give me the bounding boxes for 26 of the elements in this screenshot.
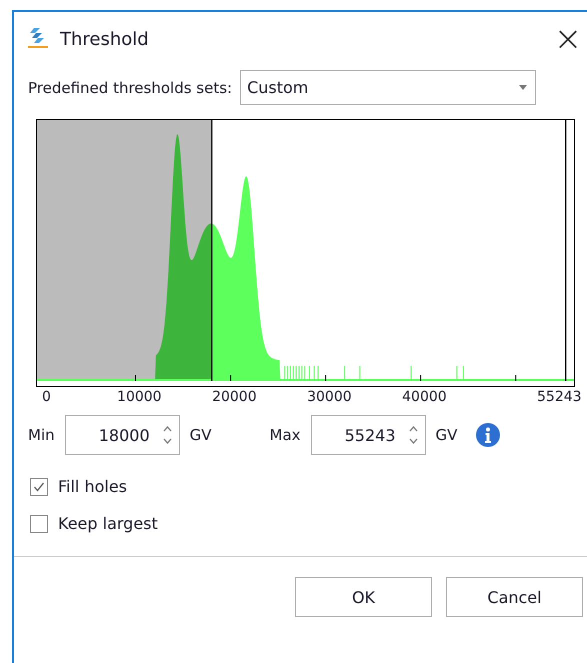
ok-button[interactable]: OK (295, 577, 432, 617)
close-button[interactable]: × (551, 22, 585, 56)
number-field[interactable]: 55243 (310, 415, 426, 455)
unit-label: GV (190, 426, 212, 444)
preset-label: Predefined thresholds sets: (28, 78, 232, 96)
number-field[interactable]: 18000 (64, 415, 180, 455)
caret-icon (519, 85, 528, 90)
axis-label: 40000 (402, 389, 447, 405)
logo-icon (26, 26, 50, 48)
checkbox[interactable] (30, 514, 48, 532)
checkbox-label: Fill holes (58, 477, 128, 496)
axis-label: 10000 (117, 389, 162, 405)
checkbox-label: Keep largest (58, 514, 158, 533)
info-icon[interactable] (475, 422, 502, 448)
max-threshold-line[interactable] (565, 120, 566, 381)
cancel-button[interactable]: Cancel (446, 577, 583, 617)
axis-label: 55243 (537, 389, 582, 405)
range-label: Max (270, 426, 301, 444)
axis-label: 30000 (307, 389, 352, 405)
window-title: Threshold (60, 28, 150, 50)
range-label: Min (28, 426, 55, 444)
preset-dropdown[interactable]: Custom (240, 70, 536, 105)
axis-label: 20000 (212, 389, 257, 405)
checkbox[interactable] (30, 478, 48, 496)
unit-label: GV (436, 426, 458, 444)
axis-label: 0 (42, 389, 51, 405)
